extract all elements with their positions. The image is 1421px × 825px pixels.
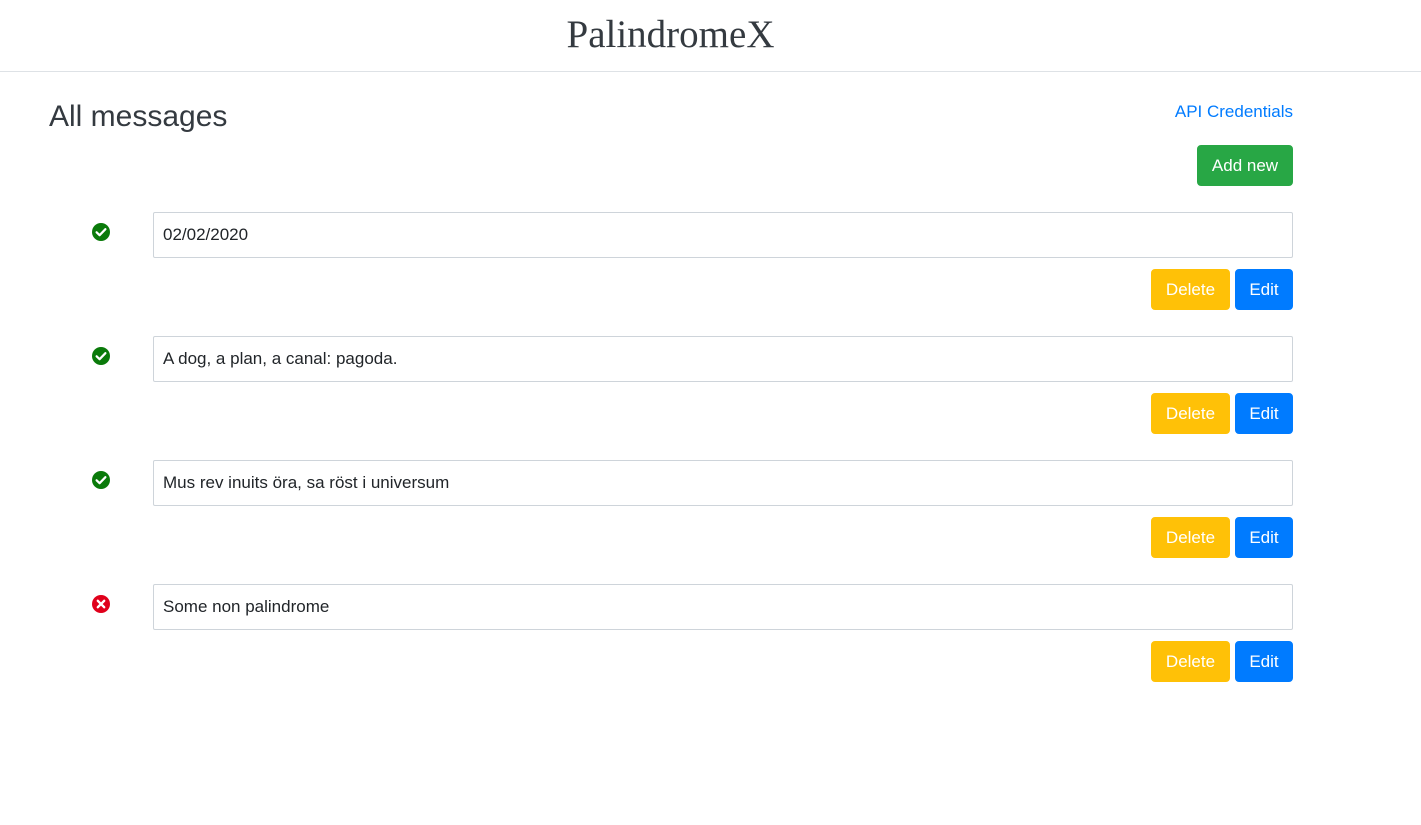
message-row: Delete Edit <box>0 584 1421 708</box>
add-new-button[interactable]: Add new <box>1197 145 1293 186</box>
check-circle-icon <box>92 223 110 241</box>
message-input[interactable] <box>153 212 1293 258</box>
page-title: All messages <box>49 100 228 133</box>
message-input[interactable] <box>153 336 1293 382</box>
x-circle-icon <box>92 595 110 613</box>
message-row: Delete Edit <box>0 336 1421 460</box>
edit-button[interactable]: Edit <box>1235 269 1293 310</box>
edit-button[interactable]: Edit <box>1235 517 1293 558</box>
message-input[interactable] <box>153 460 1293 506</box>
delete-button[interactable]: Delete <box>1151 269 1230 310</box>
message-row: Delete Edit <box>0 460 1421 584</box>
check-circle-icon <box>92 471 110 489</box>
app-header: PalindromeX <box>0 0 1421 72</box>
app-title: PalindromeX <box>566 13 775 56</box>
edit-button[interactable]: Edit <box>1235 641 1293 682</box>
delete-button[interactable]: Delete <box>1151 641 1230 682</box>
api-credentials-link[interactable]: API Credentials <box>1175 101 1293 123</box>
delete-button[interactable]: Delete <box>1151 393 1230 434</box>
delete-button[interactable]: Delete <box>1151 517 1230 558</box>
edit-button[interactable]: Edit <box>1235 393 1293 434</box>
check-circle-icon <box>92 347 110 365</box>
message-input[interactable] <box>153 584 1293 630</box>
message-row: Delete Edit <box>0 212 1421 336</box>
